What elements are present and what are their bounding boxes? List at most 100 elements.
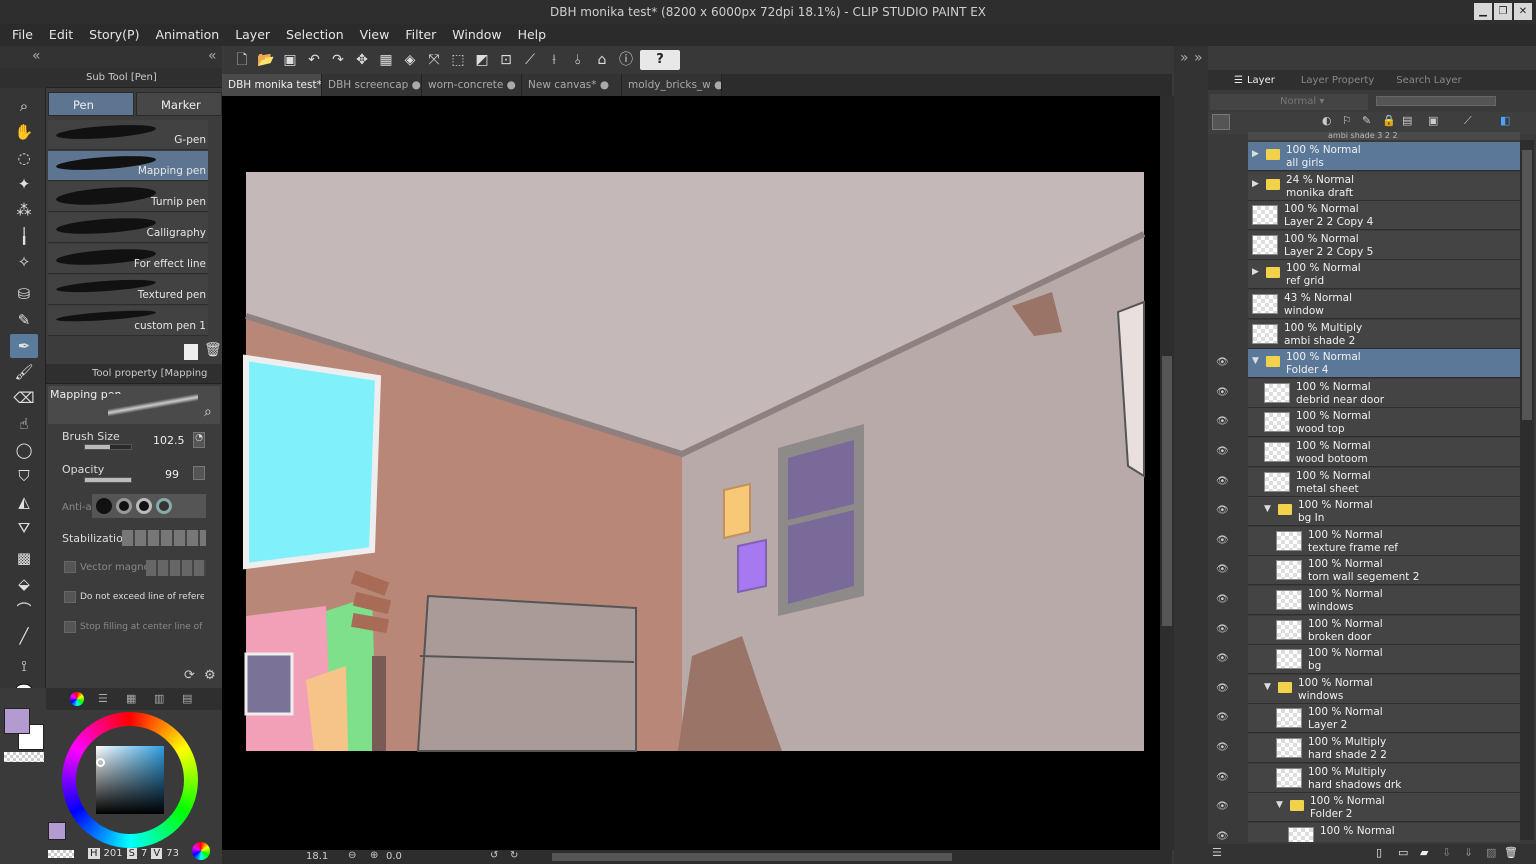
- vertical-scroll-thumb[interactable]: [1162, 356, 1172, 626]
- layer-row[interactable]: 👁 ▼ 100 % Normal Folder 2: [1216, 793, 1520, 823]
- camera-icon[interactable]: ⌂: [592, 50, 612, 70]
- line-tool-icon[interactable]: ╱: [10, 624, 38, 648]
- tab-layer[interactable]: Layer: [1247, 75, 1275, 86]
- scale-icon[interactable]: ⤧: [424, 50, 444, 70]
- tab-layer-property[interactable]: Layer Property: [1301, 75, 1374, 86]
- visibility-icon[interactable]: 👁: [1216, 624, 1229, 635]
- visibility-icon[interactable]: 👁: [1216, 357, 1229, 368]
- brush-size-slider[interactable]: [84, 444, 132, 450]
- magic-wand-icon[interactable]: ✧: [10, 250, 38, 274]
- grid-snap-icon[interactable]: ⫰: [568, 50, 588, 70]
- layer-row[interactable]: ▶ 100 % Normal ref grid: [1248, 260, 1520, 290]
- collapse-subtool-icon[interactable]: «: [208, 48, 217, 64]
- layer-row[interactable]: 100 % Multiply ambi shade 2: [1248, 319, 1520, 349]
- brush-tool-icon[interactable]: 🖌: [10, 360, 38, 384]
- brush-custom-pen-1[interactable]: custom pen 1: [48, 306, 208, 336]
- special-ruler-snap-icon[interactable]: ⟊: [544, 50, 564, 70]
- menu-selection[interactable]: Selection: [278, 24, 352, 46]
- layer-menu-icon[interactable]: ☰: [1212, 846, 1222, 859]
- antialias-strong-icon[interactable]: [156, 498, 172, 514]
- opacity-slider[interactable]: [84, 477, 132, 483]
- combine-layer-icon[interactable]: ⇓: [1464, 846, 1473, 859]
- doc-tab-new-canvas[interactable]: New canvas* ●: [522, 74, 622, 96]
- new-vector-layer-icon[interactable]: ▭: [1398, 846, 1408, 859]
- menu-edit[interactable]: Edit: [41, 24, 81, 46]
- menu-view[interactable]: View: [352, 24, 398, 46]
- layer-row[interactable]: ▶ 24 % Normal monika draft: [1248, 171, 1520, 201]
- h-value[interactable]: 201: [104, 848, 123, 859]
- clip-layer-icon[interactable]: ◐: [1322, 114, 1332, 127]
- layer-tab-icon[interactable]: ☰: [1234, 75, 1243, 86]
- opacity-value[interactable]: 99: [165, 468, 179, 481]
- v-value[interactable]: 73: [166, 848, 179, 859]
- fill-icon[interactable]: ◈: [400, 50, 420, 70]
- selection-tool-icon[interactable]: ⁂: [10, 198, 38, 222]
- saturation-value-square[interactable]: [96, 746, 164, 814]
- transfer-layer-icon[interactable]: ⇩: [1442, 846, 1451, 859]
- menu-story[interactable]: Story(P): [81, 24, 147, 46]
- open-file-icon[interactable]: 📂: [256, 50, 276, 70]
- layer-row[interactable]: 👁 100 % Normal bg: [1216, 645, 1520, 675]
- new-file-icon[interactable]: 🗋: [232, 50, 252, 70]
- redo-icon[interactable]: ↷: [328, 50, 348, 70]
- visibility-icon[interactable]: 👁: [1216, 446, 1229, 457]
- layer-row[interactable]: 👁 ▼ 100 % Normal windows: [1216, 674, 1520, 704]
- layer-row[interactable]: 👁 100 % Multiply hard shadows drk: [1216, 763, 1520, 793]
- maximize-button[interactable]: ❐: [1494, 3, 1512, 20]
- canvas-vertical-scrollbar[interactable]: [1160, 96, 1174, 850]
- zoom-out-icon[interactable]: ⊖: [348, 850, 356, 861]
- brush-turnip-pen[interactable]: Turnip pen: [48, 182, 208, 212]
- new-subtool-icon[interactable]: [184, 344, 198, 360]
- gradient-tool-icon[interactable]: ▩: [10, 546, 38, 570]
- collapse-left-icon[interactable]: «: [32, 48, 41, 64]
- doc-tab-moldy-bricks[interactable]: moldy_bricks_w ●: [622, 74, 722, 96]
- layer-scrollbar[interactable]: [1520, 140, 1534, 840]
- layer-row[interactable]: 👁 100 % Normal torn wall segement 2: [1216, 556, 1520, 586]
- visibility-icon[interactable]: 👁: [1216, 564, 1229, 575]
- visibility-icon[interactable]: 👁: [1216, 683, 1229, 694]
- collapse-right-icon[interactable]: »: [1180, 50, 1189, 66]
- pressure-icon[interactable]: ◔: [193, 432, 205, 448]
- layer-row[interactable]: 100 % Normal Layer 2 2 Copy 4: [1248, 201, 1520, 231]
- shape-tool-icon[interactable]: ◯: [10, 438, 38, 462]
- move-tool-icon[interactable]: ✦: [10, 172, 38, 196]
- reference-layer-icon[interactable]: ⚐: [1342, 114, 1352, 127]
- layer-row[interactable]: 👁 100 % Normal broken door: [1216, 615, 1520, 645]
- fill-tool-icon[interactable]: ⛉: [10, 464, 38, 488]
- opacity-toggle-icon[interactable]: [193, 466, 205, 480]
- layer-row[interactable]: 👁 100 % Normal: [1216, 822, 1520, 842]
- layer-row[interactable]: 👁 ▼ 100 % Normal Folder 4: [1216, 349, 1520, 379]
- sv-picker-handle[interactable]: [96, 758, 105, 767]
- antialias-none-icon[interactable]: [96, 498, 112, 514]
- draft-layer-icon[interactable]: ✎: [1362, 114, 1371, 127]
- vector-magnet-checkbox[interactable]: [64, 561, 76, 573]
- stabilization-slider[interactable]: [122, 530, 206, 546]
- brush-mapping-pen[interactable]: Mapping pen: [48, 151, 208, 181]
- horizontal-scroll-thumb[interactable]: [552, 853, 952, 861]
- small-main-swatch[interactable]: [48, 822, 66, 840]
- create-mask-icon[interactable]: ▨: [1486, 846, 1496, 859]
- invert-selection-icon[interactable]: ◩: [472, 50, 492, 70]
- new-raster-layer-icon[interactable]: ▯: [1376, 846, 1382, 859]
- rotate-left-icon[interactable]: ↺: [490, 850, 498, 861]
- select-area-icon[interactable]: ⊡: [496, 50, 516, 70]
- doc-tab-dbh-monika[interactable]: DBH monika test* ●: [222, 74, 322, 96]
- hand-tool-icon[interactable]: ✋: [10, 120, 38, 144]
- partial-layer-row[interactable]: ambi shade 3 2 2: [1248, 132, 1520, 140]
- pen-tool-icon[interactable]: ✒: [10, 334, 38, 358]
- color-mode-icon[interactable]: [192, 842, 210, 860]
- small-transparent-swatch[interactable]: [48, 850, 74, 858]
- zoom-tool-icon[interactable]: ⌕: [10, 94, 38, 118]
- no-exceed-checkbox[interactable]: [64, 591, 76, 603]
- mask-icon[interactable]: ▣: [1428, 114, 1438, 127]
- brush-effect-line[interactable]: For effect line: [48, 244, 208, 274]
- layer-row[interactable]: 43 % Normal window: [1248, 290, 1520, 319]
- reset-settings-icon[interactable]: ⟳: [184, 668, 195, 683]
- folder-expand-icon[interactable]: ▶: [1252, 179, 1259, 189]
- ruler-icon[interactable]: ⟋: [1464, 114, 1472, 128]
- tab-search-layer[interactable]: Search Layer: [1396, 75, 1461, 86]
- layer-row[interactable]: 👁 100 % Normal wood top: [1216, 408, 1520, 438]
- antialias-weak-icon[interactable]: [116, 498, 132, 514]
- color-wheel-tab-icon[interactable]: [70, 692, 84, 706]
- rotation-value[interactable]: 0.0: [386, 851, 402, 862]
